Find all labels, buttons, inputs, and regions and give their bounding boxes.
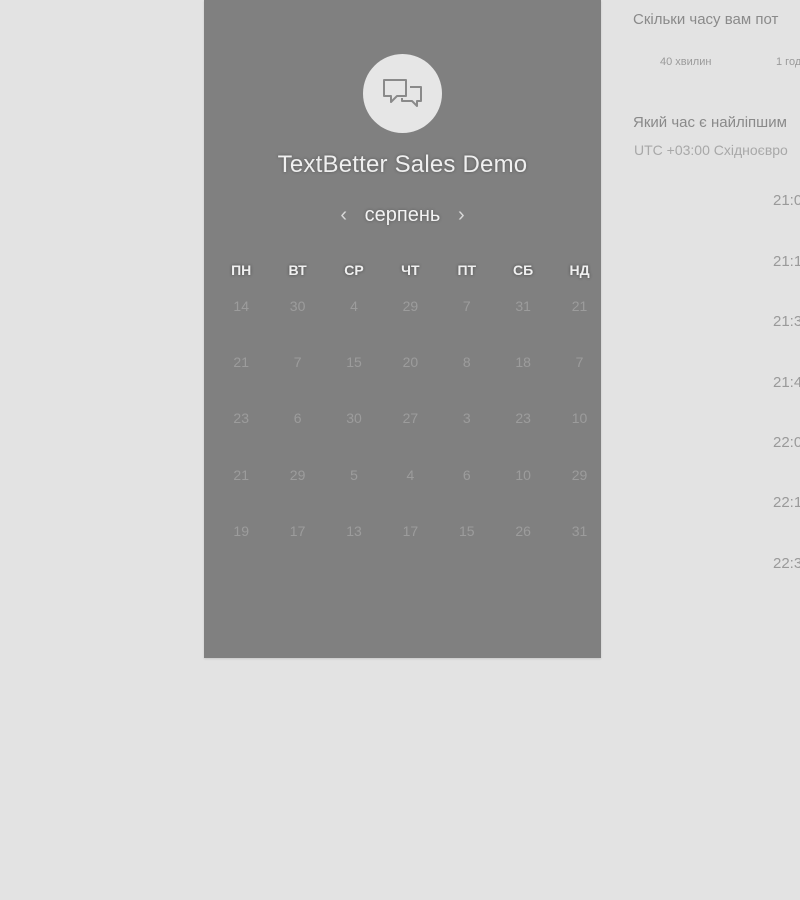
duration-option[interactable]: 40 хвилин — [660, 56, 711, 68]
weekday-header: ПН ВТ СР ЧТ ПТ СБ НД — [213, 262, 593, 278]
calendar-day[interactable]: 8 — [439, 334, 495, 390]
weekday-label: ЧТ — [401, 262, 420, 278]
calendar-grid: 14 30 4 29 7 31 21 21 7 15 20 8 18 7 23 … — [213, 278, 593, 559]
calendar-day[interactable]: 14 — [213, 278, 269, 334]
time-question: Який час є найліпшим — [633, 114, 787, 131]
timezone-selector[interactable]: UTC +03:00 Східноєвро — [634, 142, 788, 158]
calendar-day[interactable]: 23 — [213, 390, 269, 446]
calendar-day[interactable]: 6 — [269, 390, 325, 446]
calendar-day[interactable]: 17 — [382, 503, 438, 559]
time-slot[interactable]: 22:0 — [773, 434, 800, 451]
next-month-chevron-icon[interactable]: › — [450, 199, 472, 231]
calendar-day[interactable]: 18 — [495, 334, 551, 390]
calendar-day[interactable]: 31 — [551, 503, 607, 559]
weekday-label: ВТ — [288, 262, 307, 278]
calendar-day[interactable]: 10 — [551, 390, 607, 446]
time-slot[interactable]: 21:1 — [773, 253, 800, 270]
app-title: TextBetter Sales Demo — [277, 151, 528, 178]
scheduler-panel: TextBetter Sales Demo ‹ серпень › ПН ВТ … — [204, 0, 601, 658]
booking-panel: Скільки часу вам пот 40 хвилин 1 год Яки… — [633, 0, 800, 900]
calendar-day[interactable]: 30 — [326, 390, 382, 446]
current-month-label: серпень — [364, 203, 441, 226]
time-slot[interactable]: 21:4 — [773, 374, 800, 391]
weekday-label: ПТ — [457, 262, 477, 278]
calendar-day[interactable]: 17 — [269, 503, 325, 559]
calendar-day[interactable]: 31 — [495, 278, 551, 334]
calendar-day[interactable]: 4 — [326, 278, 382, 334]
time-slot[interactable]: 21:3 — [773, 313, 800, 330]
calendar-day[interactable]: 20 — [382, 334, 438, 390]
time-slot[interactable]: 21:0 — [773, 192, 800, 209]
weekday-label: ПН — [231, 262, 252, 278]
calendar-day[interactable]: 7 — [551, 334, 607, 390]
time-slot[interactable]: 22:1 — [773, 494, 800, 511]
calendar-day[interactable]: 7 — [269, 334, 325, 390]
prev-month-chevron-icon[interactable]: ‹ — [333, 199, 355, 231]
weekday-label: СР — [344, 262, 364, 278]
company-logo — [363, 54, 442, 133]
time-slot[interactable]: 22:3 — [773, 555, 800, 572]
calendar-day[interactable]: 19 — [213, 503, 269, 559]
calendar-day[interactable]: 5 — [326, 447, 382, 503]
calendar-day[interactable]: 13 — [326, 503, 382, 559]
calendar-day[interactable]: 29 — [269, 447, 325, 503]
calendar-day[interactable]: 7 — [439, 278, 495, 334]
calendar-day[interactable]: 27 — [382, 390, 438, 446]
calendar-day[interactable]: 21 — [213, 447, 269, 503]
weekday-label: СБ — [513, 262, 534, 278]
calendar-day[interactable]: 29 — [382, 278, 438, 334]
calendar-day[interactable]: 23 — [495, 390, 551, 446]
calendar-day[interactable]: 21 — [213, 334, 269, 390]
calendar-day[interactable]: 3 — [439, 390, 495, 446]
calendar-day[interactable]: 10 — [495, 447, 551, 503]
weekday-label: НД — [569, 262, 590, 278]
calendar-day[interactable]: 6 — [439, 447, 495, 503]
calendar-day[interactable]: 29 — [551, 447, 607, 503]
duration-question: Скільки часу вам пот — [633, 11, 779, 28]
calendar-day[interactable]: 21 — [551, 278, 607, 334]
calendar-day[interactable]: 15 — [439, 503, 495, 559]
calendar-day[interactable]: 4 — [382, 447, 438, 503]
chat-bubbles-icon — [382, 78, 422, 107]
month-navigation: ‹ серпень › — [204, 199, 601, 231]
calendar-day[interactable]: 15 — [326, 334, 382, 390]
duration-option[interactable]: 1 год — [776, 56, 800, 68]
calendar-day[interactable]: 30 — [269, 278, 325, 334]
calendar-day[interactable]: 26 — [495, 503, 551, 559]
